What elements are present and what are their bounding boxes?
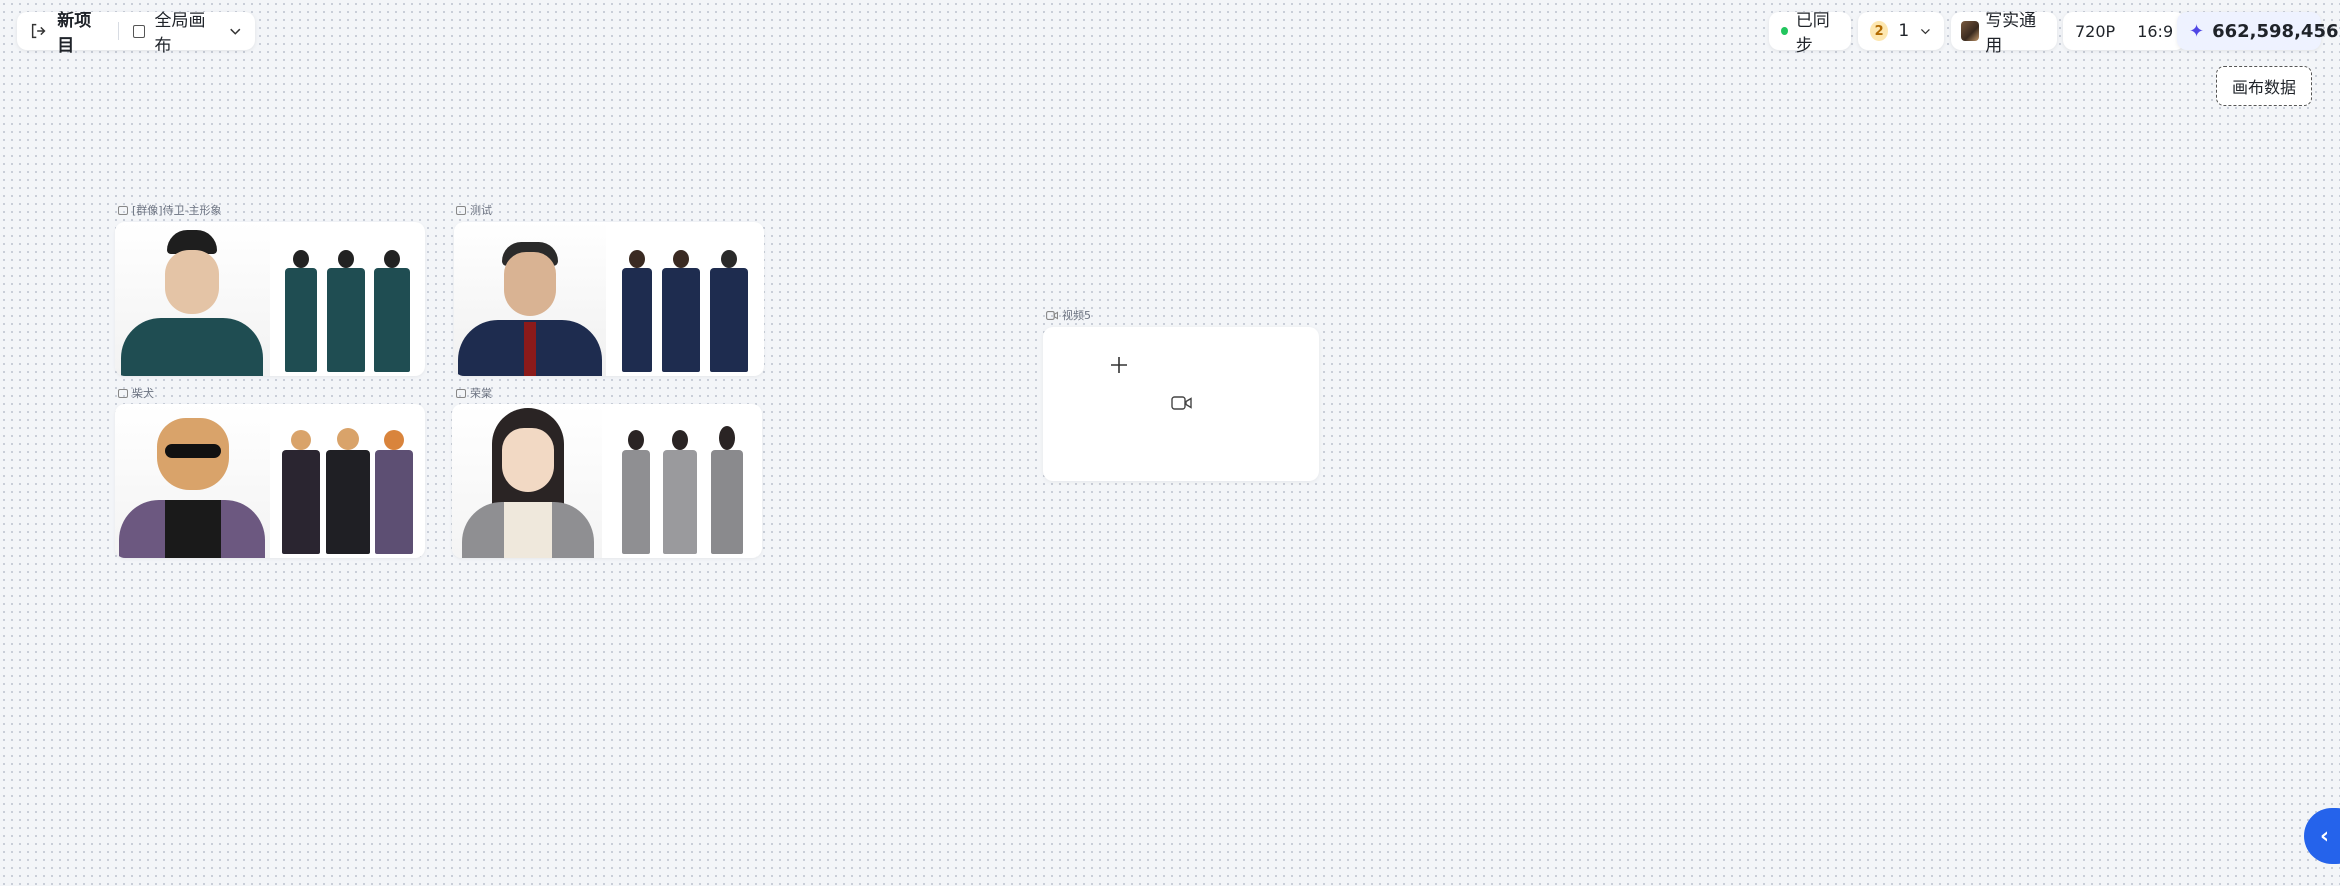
image-node-icon — [118, 388, 128, 398]
portrait-image — [452, 404, 602, 558]
resolution-value: 720P — [2075, 21, 2116, 41]
project-title[interactable]: 新项目 — [57, 6, 103, 56]
resolution-selector[interactable]: 720P 16:9 — [2063, 12, 2185, 50]
plus-icon[interactable] — [1109, 355, 1129, 375]
pose-sheet — [602, 404, 762, 558]
style-selector[interactable]: 写实通用 — [1951, 11, 2057, 56]
chevron-left-icon[interactable]: ‹ — [2304, 808, 2340, 864]
sync-status-label: 已同步 — [1795, 11, 1830, 56]
sync-status[interactable]: 已同步 — [1769, 11, 1851, 56]
node-label: 荣棠 — [456, 385, 492, 401]
node-label: 测试 — [456, 202, 492, 218]
canvas-data-button[interactable]: 画布数据 — [2216, 66, 2312, 106]
chevron-down-icon — [1921, 28, 1931, 35]
portrait-image — [115, 404, 270, 558]
image-node-icon — [456, 205, 466, 215]
chevron-down-icon[interactable] — [228, 23, 243, 39]
node-label: [群像]侍卫-主形象 — [118, 202, 222, 218]
count-badge: 2 — [1870, 21, 1889, 41]
node-label: 视频5 — [1046, 307, 1091, 323]
canvas-square-icon — [132, 24, 145, 38]
image-node-guard[interactable] — [115, 222, 425, 376]
sync-dot-icon — [1781, 27, 1788, 35]
project-bar: 新项目 全局画布 — [17, 11, 255, 56]
sparkle-icon: ✦ — [2189, 20, 2205, 42]
pose-sheet — [270, 222, 425, 376]
image-node-icon — [456, 388, 466, 398]
exit-icon[interactable] — [29, 21, 47, 41]
portrait-image — [115, 222, 270, 376]
video-node[interactable] — [1043, 327, 1319, 481]
portrait-image — [454, 222, 606, 376]
credits-display[interactable]: ✦ 662,598,456 — [2177, 12, 2339, 50]
aspect-ratio-value: 16:9 — [2137, 21, 2174, 41]
style-thumbnail — [1961, 21, 1980, 41]
video-camera-icon — [1046, 310, 1058, 320]
count-value: 1 — [1898, 21, 1910, 41]
pose-sheet — [606, 222, 764, 376]
image-node-icon — [118, 205, 128, 215]
divider — [117, 22, 119, 40]
image-node-girl[interactable] — [452, 404, 762, 558]
video-camera-icon — [1171, 396, 1192, 410]
node-label: 柴犬 — [118, 385, 154, 401]
count-selector[interactable]: 2 1 — [1858, 12, 1944, 50]
image-node-shiba[interactable] — [115, 404, 425, 558]
canvas-selector-label[interactable]: 全局画布 — [155, 6, 217, 56]
image-node-test[interactable] — [454, 222, 764, 376]
credits-value: 662,598,456 — [2212, 20, 2339, 42]
pose-sheet — [270, 404, 425, 558]
style-name: 写实通用 — [1985, 11, 2037, 56]
